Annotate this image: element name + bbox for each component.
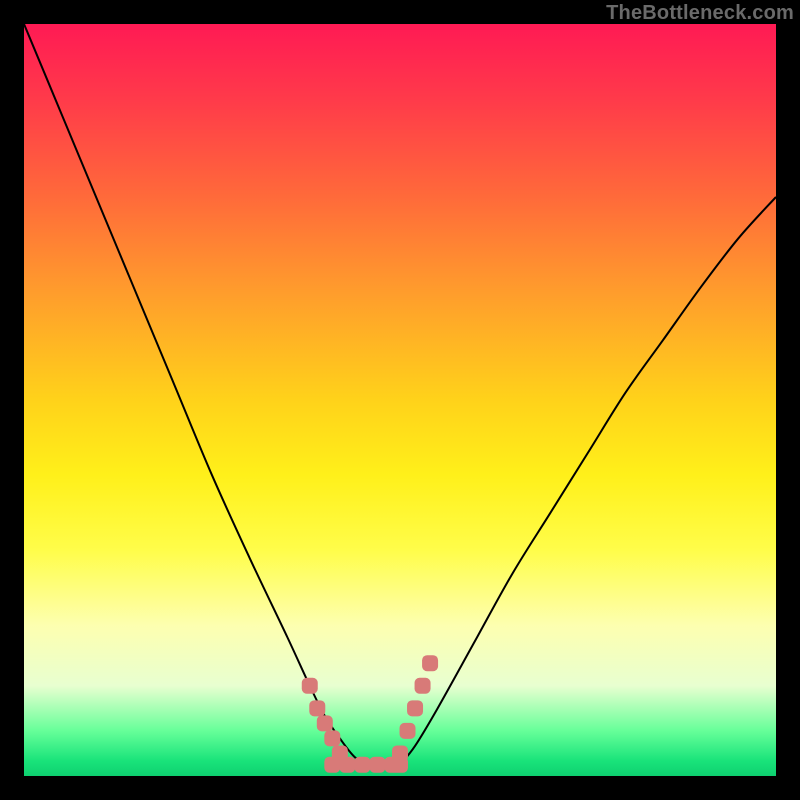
left-curve [24, 24, 370, 765]
valley-marker [369, 757, 385, 773]
valley-marker [309, 700, 325, 716]
valley-marker [317, 715, 333, 731]
valley-marker [354, 757, 370, 773]
valley-marker [302, 678, 318, 694]
right-curve [400, 197, 776, 765]
valley-markers [302, 655, 438, 773]
valley-marker [339, 757, 355, 773]
plot-area [24, 24, 776, 776]
valley-marker [422, 655, 438, 671]
valley-marker [324, 757, 340, 773]
valley-marker [407, 700, 423, 716]
chart-frame: TheBottleneck.com [0, 0, 800, 800]
valley-marker [415, 678, 431, 694]
valley-marker [400, 723, 416, 739]
curves-svg [24, 24, 776, 776]
valley-marker [392, 745, 408, 761]
valley-marker [324, 730, 340, 746]
watermark-text: TheBottleneck.com [606, 2, 794, 25]
